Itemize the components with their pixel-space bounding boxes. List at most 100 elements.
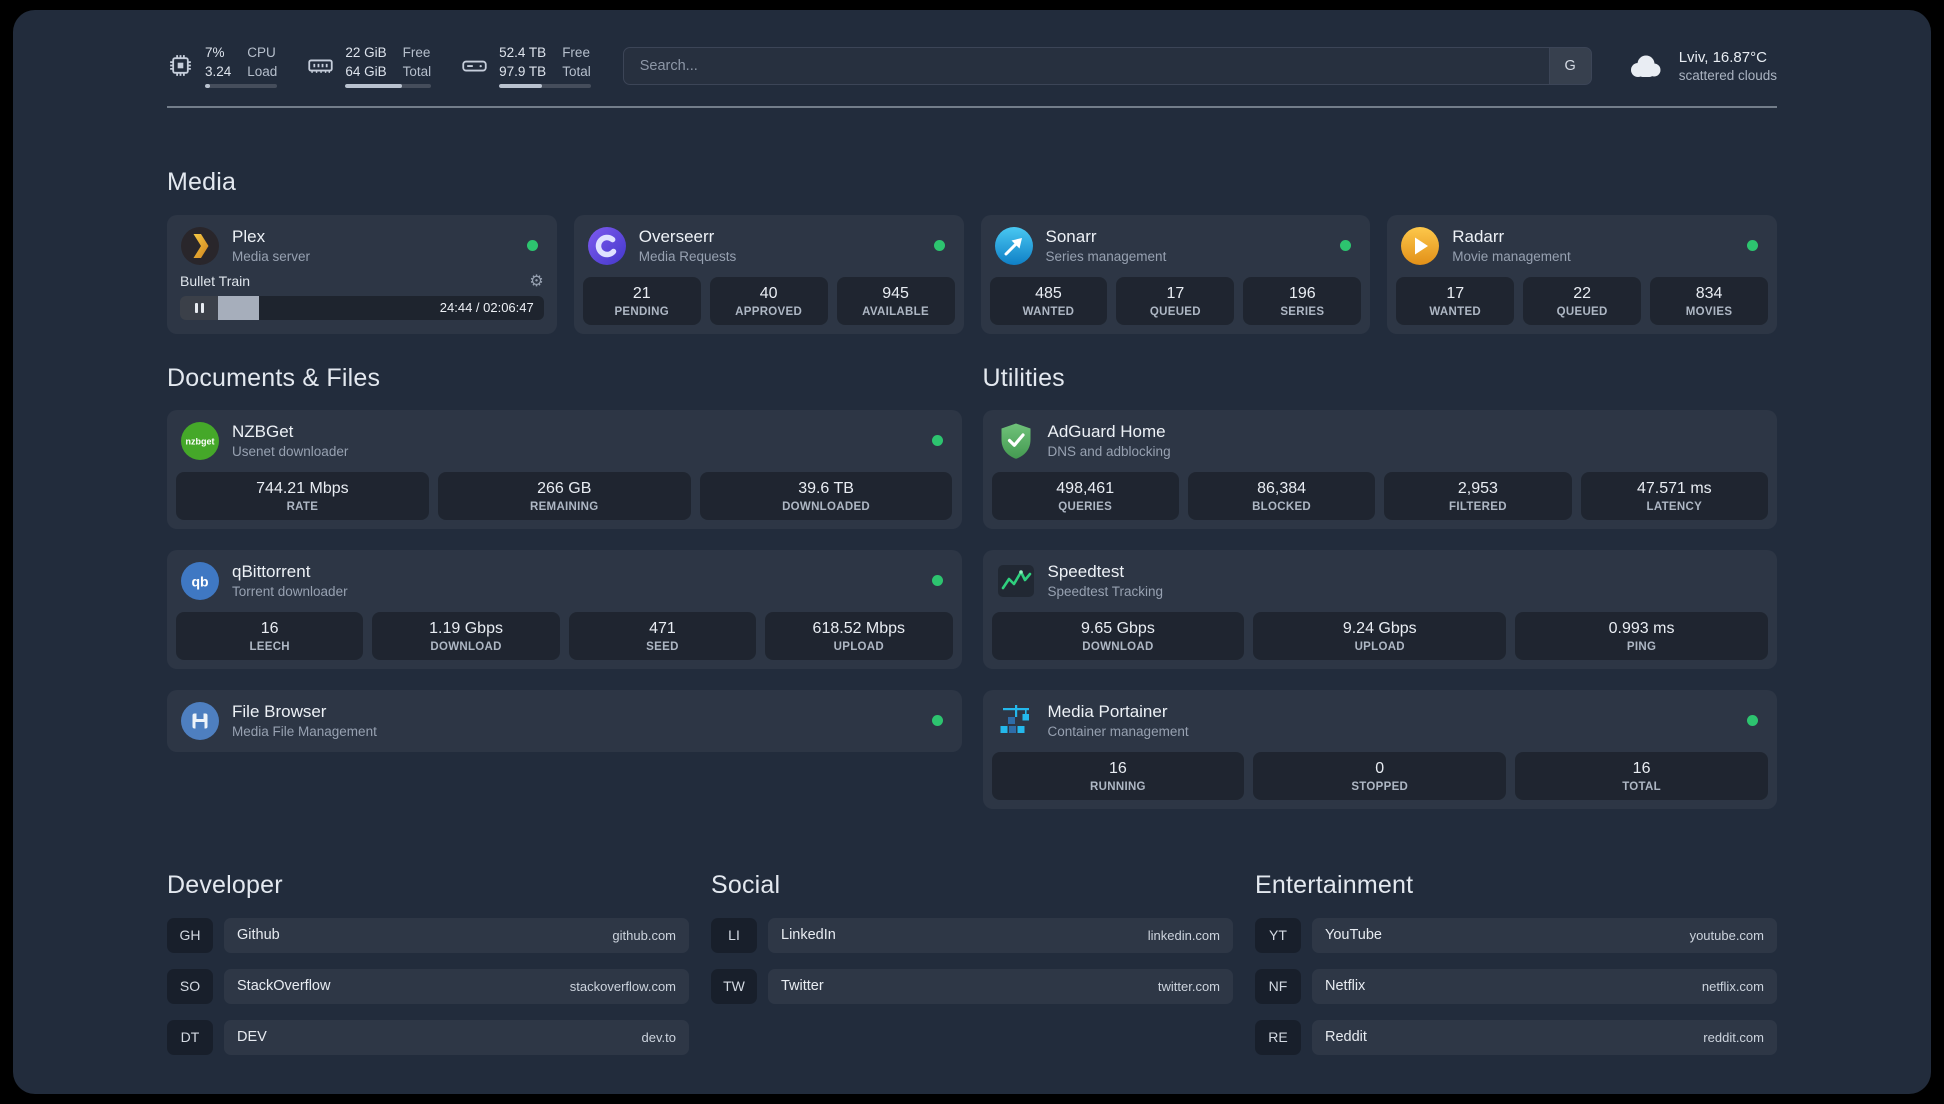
status-dot-online: [931, 715, 943, 727]
bookmark-twitter[interactable]: TW Twitter twitter.com: [711, 968, 1233, 1004]
disk-total-label: Total: [562, 63, 591, 79]
disk-free-label: Free: [562, 45, 590, 60]
bookmark-group-developer: Developer GH Github github.com SO StackO…: [167, 871, 689, 1071]
bookmark-group-entertainment: Entertainment YT YouTube youtube.com NF …: [1255, 871, 1777, 1071]
resource-widget-cpu: 7% 3.24 CPU Load: [167, 44, 278, 88]
service-name: Radarr: [1452, 227, 1505, 247]
bookmark-url: github.com: [612, 927, 676, 943]
svg-text:nzbget: nzbget: [186, 436, 215, 446]
service-subtitle: Torrent downloader: [232, 584, 348, 600]
service-name: File Browser: [232, 702, 327, 722]
cpu-label: CPU: [247, 45, 276, 60]
service-subtitle: Movie management: [1452, 249, 1571, 265]
pause-button[interactable]: [180, 295, 218, 320]
memory-usage-bar: [345, 84, 432, 88]
bookmark-url: youtube.com: [1689, 927, 1764, 943]
bookmark-name: Netflix: [1325, 978, 1366, 995]
bookmark-name: DEV: [237, 1029, 267, 1046]
playback-track[interactable]: [218, 295, 430, 320]
search-input[interactable]: [623, 47, 1549, 84]
memory-total-label: Total: [402, 63, 432, 79]
service-card-speedtest[interactable]: Speedtest Speedtest Tracking 9.65 Gbps D…: [982, 549, 1777, 669]
section-title-utilities: Utilities: [982, 363, 1065, 392]
service-card-sonarr[interactable]: Sonarr Series management 485 WANTED 17 Q…: [980, 214, 1371, 334]
bookmark-dev[interactable]: DT DEV dev.to: [167, 1019, 689, 1055]
bookmark-abbr: SO: [167, 968, 213, 1004]
bookmark-url: linkedin.com: [1147, 927, 1220, 943]
cpu-usage-bar-fill: [205, 84, 211, 88]
disk-free-value: 52.4 TB: [499, 45, 547, 60]
radarr-icon: [1400, 226, 1440, 266]
bookmark-abbr: RE: [1255, 1019, 1301, 1055]
service-card-radarr[interactable]: Radarr Movie management 17 WANTED 22 QUE…: [1387, 214, 1777, 334]
stat-download: 1.19 Gbps DOWNLOAD: [372, 611, 560, 660]
memory-total-value: 64 GiB: [345, 63, 387, 79]
bookmark-abbr: NF: [1255, 968, 1301, 1004]
service-name: Media Portainer: [1047, 702, 1168, 722]
status-dot-online: [931, 575, 943, 587]
search-bar: G: [622, 46, 1592, 85]
status-dot-online: [1747, 715, 1758, 727]
service-subtitle: Usenet downloader: [232, 444, 349, 460]
stat-pending: 21 PENDING: [582, 276, 701, 325]
service-card-portainer[interactable]: Media Portainer Container management 16 …: [982, 689, 1777, 809]
bookmark-name: Github: [237, 927, 280, 944]
topbar-divider: [167, 105, 1777, 108]
service-subtitle: Series management: [1045, 249, 1167, 265]
stat-filtered: 2,953 FILTERED: [1384, 471, 1572, 520]
bookmark-abbr: TW: [711, 968, 757, 1004]
memory-free-value: 22 GiB: [345, 45, 387, 60]
service-card-qbittorrent[interactable]: qb qBittorrent Torrent downloader 16 LEE…: [167, 549, 962, 669]
service-subtitle: Media Requests: [638, 249, 737, 265]
svg-text:qb: qb: [191, 573, 208, 589]
stat-upload: 9.24 Gbps UPLOAD: [1253, 611, 1507, 660]
service-subtitle: Speedtest Tracking: [1047, 584, 1164, 600]
bookmark-stackoverflow[interactable]: SO StackOverflow stackoverflow.com: [167, 968, 689, 1004]
cloud-icon: [1624, 51, 1666, 81]
settings-gear-icon[interactable]: ⚙: [529, 272, 543, 289]
memory-usage-bar-fill: [345, 84, 402, 88]
bookmark-group-social: Social LI LinkedIn linkedin.com TW Twitt…: [711, 871, 1233, 1071]
weather-condition: scattered clouds: [1678, 67, 1777, 83]
cpu-usage-percent: 7%: [205, 45, 225, 60]
section-title-social: Social: [711, 870, 781, 899]
stat-series: 196 SERIES: [1243, 276, 1362, 325]
bookmark-url: stackoverflow.com: [569, 978, 676, 994]
overseerr-icon: [587, 226, 627, 266]
bookmark-reddit[interactable]: RE Reddit reddit.com: [1255, 1019, 1777, 1055]
bookmark-url: twitter.com: [1157, 978, 1220, 994]
service-card-adguard[interactable]: AdGuard Home DNS and adblocking 498,461 …: [982, 409, 1777, 529]
bookmark-github[interactable]: GH Github github.com: [167, 917, 689, 953]
service-subtitle: Media server: [232, 249, 311, 265]
now-playing-title: Bullet Train: [180, 272, 251, 289]
stat-wanted: 17 WANTED: [1396, 276, 1515, 325]
bookmark-youtube[interactable]: YT YouTube youtube.com: [1255, 917, 1777, 953]
service-name: AdGuard Home: [1047, 422, 1166, 442]
stat-remaining: 266 GB REMAINING: [437, 471, 691, 520]
cpu-load-value: 3.24: [205, 63, 232, 79]
stat-available: 945 AVAILABLE: [836, 276, 955, 325]
bookmark-name: LinkedIn: [781, 927, 836, 944]
weather-location: Lviv, 16.87°C: [1678, 48, 1767, 66]
status-dot-online: [1747, 240, 1758, 252]
plex-now-playing-widget: Bullet Train ⚙ 24:44 / 02:06:47: [176, 272, 548, 320]
service-card-filebrowser[interactable]: File Browser Media File Management: [167, 689, 962, 752]
memory-free-label: Free: [402, 45, 431, 60]
service-card-nzbget[interactable]: nzbget NZBGet Usenet downloader 744.21 M…: [167, 409, 962, 529]
service-subtitle: Media File Management: [232, 724, 377, 740]
playback-progress-bar[interactable]: 24:44 / 02:06:47: [180, 295, 544, 320]
speedtest-icon: [996, 561, 1036, 601]
playback-time: 24:44 / 02:06:47: [439, 300, 534, 316]
search-provider-button[interactable]: G: [1548, 47, 1591, 84]
section-title-entertainment: Entertainment: [1255, 870, 1414, 899]
bookmark-name: YouTube: [1325, 927, 1382, 944]
stat-wanted: 485 WANTED: [989, 276, 1108, 325]
service-name: Speedtest: [1047, 562, 1125, 582]
service-card-plex[interactable]: Plex Media server Bullet Train ⚙ 24:44 /…: [167, 214, 557, 334]
service-name: Sonarr: [1045, 227, 1097, 247]
service-card-overseerr[interactable]: Overseerr Media Requests 21 PENDING 40 A…: [573, 214, 964, 334]
bookmark-netflix[interactable]: NF Netflix netflix.com: [1255, 968, 1777, 1004]
bookmark-linkedin[interactable]: LI LinkedIn linkedin.com: [711, 917, 1233, 953]
stat-downloaded: 39.6 TB DOWNLOADED: [699, 471, 953, 520]
stat-leech: 16 LEECH: [176, 611, 364, 660]
